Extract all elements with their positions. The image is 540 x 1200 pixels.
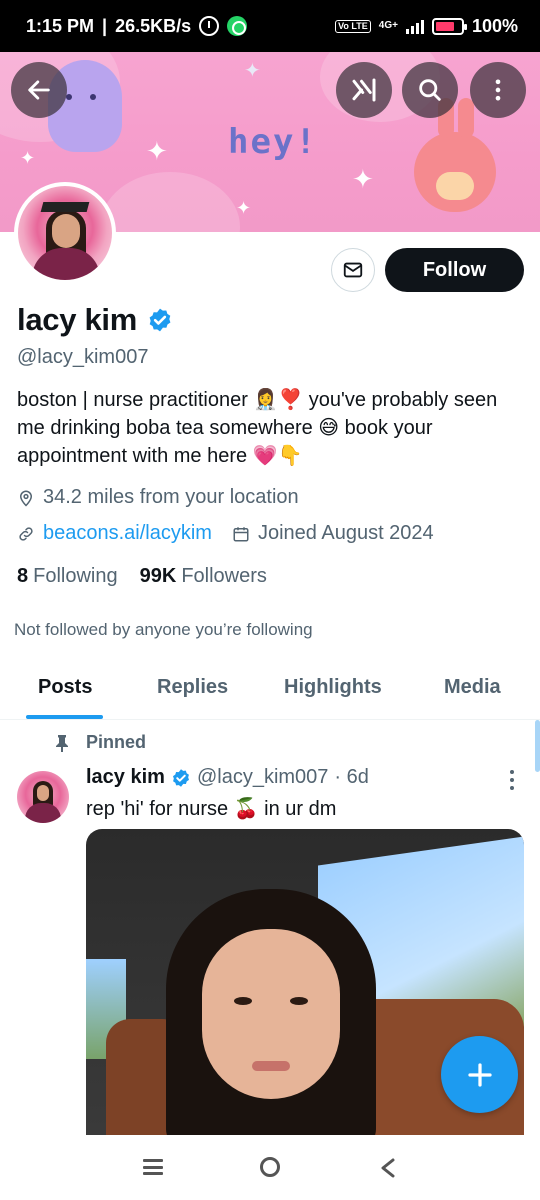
star-icon: ✦ [236,198,252,218]
grad-cap [40,202,90,212]
link-icon [19,526,33,541]
post-author[interactable]: lacy kim [86,766,165,789]
battery-icon [431,17,467,35]
pin-icon [56,734,68,752]
banner-cloud [100,172,240,232]
profile-avatar[interactable] [14,182,116,284]
star-icon: ✦ [20,148,36,168]
compose-button[interactable] [441,1036,518,1113]
more-button[interactable] [470,62,526,118]
location-pin-icon [19,490,33,507]
battery-level: 100% [471,15,518,36]
profile-bio: boston | nurse practitioner 👩‍⚕️❣️ you'v… [17,389,498,467]
pinned-label-row: Pinned [54,732,146,753]
message-button[interactable] [331,248,375,292]
post-time: · 6d [334,766,369,788]
bunny-illustration [414,98,496,212]
star-icon: ✦ [352,164,374,194]
status-left: 1:15 PM | 26.5KB/s [26,15,248,37]
following-link[interactable]: 8 Following [17,565,118,588]
tab-highlights[interactable]: Highlights [284,676,382,699]
volte-icon: Vo LTE [335,19,371,33]
not-followed-text: Not followed by anyone you’re following [14,620,313,639]
whatsapp-icon [227,16,248,36]
profile-handle: @lacy_kim007 [17,346,149,368]
signal-icon [405,18,424,34]
status-speed: 26.5KB/s [115,15,192,36]
status-time: 1:15 PM [26,15,95,36]
follow-button[interactable]: Follow [385,248,524,292]
profile-tabs: Posts Replies Highlights Media [0,668,540,720]
network-type: 4G+ [378,20,398,31]
back-arrow-icon [28,80,50,100]
active-tab-indicator [26,715,103,719]
calendar-icon [233,526,249,541]
post-header: lacy kim @lacy_kim007 · 6d [86,766,369,789]
profile-name: lacy kim [17,302,137,337]
post-avatar[interactable] [17,771,69,823]
more-vertical-icon [495,79,501,101]
tab-replies[interactable]: Replies [157,676,228,699]
post-handle[interactable]: @lacy_kim007 [197,766,328,789]
verified-badge-icon [172,768,189,787]
profile-link[interactable]: beacons.ai/lacykim [43,522,212,545]
search-icon [419,79,441,101]
mail-icon [343,262,363,278]
follow-counts: 8 Following 99K Followers [17,565,267,588]
post-more-icon[interactable] [509,770,515,792]
pinned-label: Pinned [86,732,147,752]
tab-media[interactable]: Media [444,676,501,699]
followers-link[interactable]: 99K Followers [140,565,267,588]
plus-icon [467,1062,492,1087]
recents-icon[interactable] [143,1159,163,1175]
profile-joined: Joined August 2024 [257,522,434,544]
profile-meta-row: beacons.ai/lacykim Joined August 2024 [17,522,434,545]
star-icon: ✦ [146,136,168,166]
system-nav-bar [0,1135,540,1200]
profile-name-row: lacy kim [17,302,173,338]
status-right: Vo LTE 4G+ 100% [335,16,518,37]
profile-location-row: 34.2 miles from your location [17,486,299,509]
scrollbar[interactable] [535,720,540,772]
back-icon[interactable] [378,1157,398,1179]
tab-posts[interactable]: Posts [38,676,92,699]
back-button[interactable] [11,62,67,118]
alarm-icon [199,16,220,36]
star-icon: ✦ [244,60,261,82]
search-button[interactable] [402,62,458,118]
profile-location: 34.2 miles from your location [43,486,299,508]
grok-icon [352,78,376,102]
post-text: rep 'hi' for nurse 🍒 in ur dm [86,798,337,820]
verified-badge-icon[interactable] [147,307,173,333]
banner-text: hey! [228,122,318,162]
status-bar: 1:15 PM | 26.5KB/s Vo LTE 4G+ 100% [0,0,540,52]
home-icon[interactable] [260,1157,280,1177]
grok-button[interactable] [336,62,392,118]
